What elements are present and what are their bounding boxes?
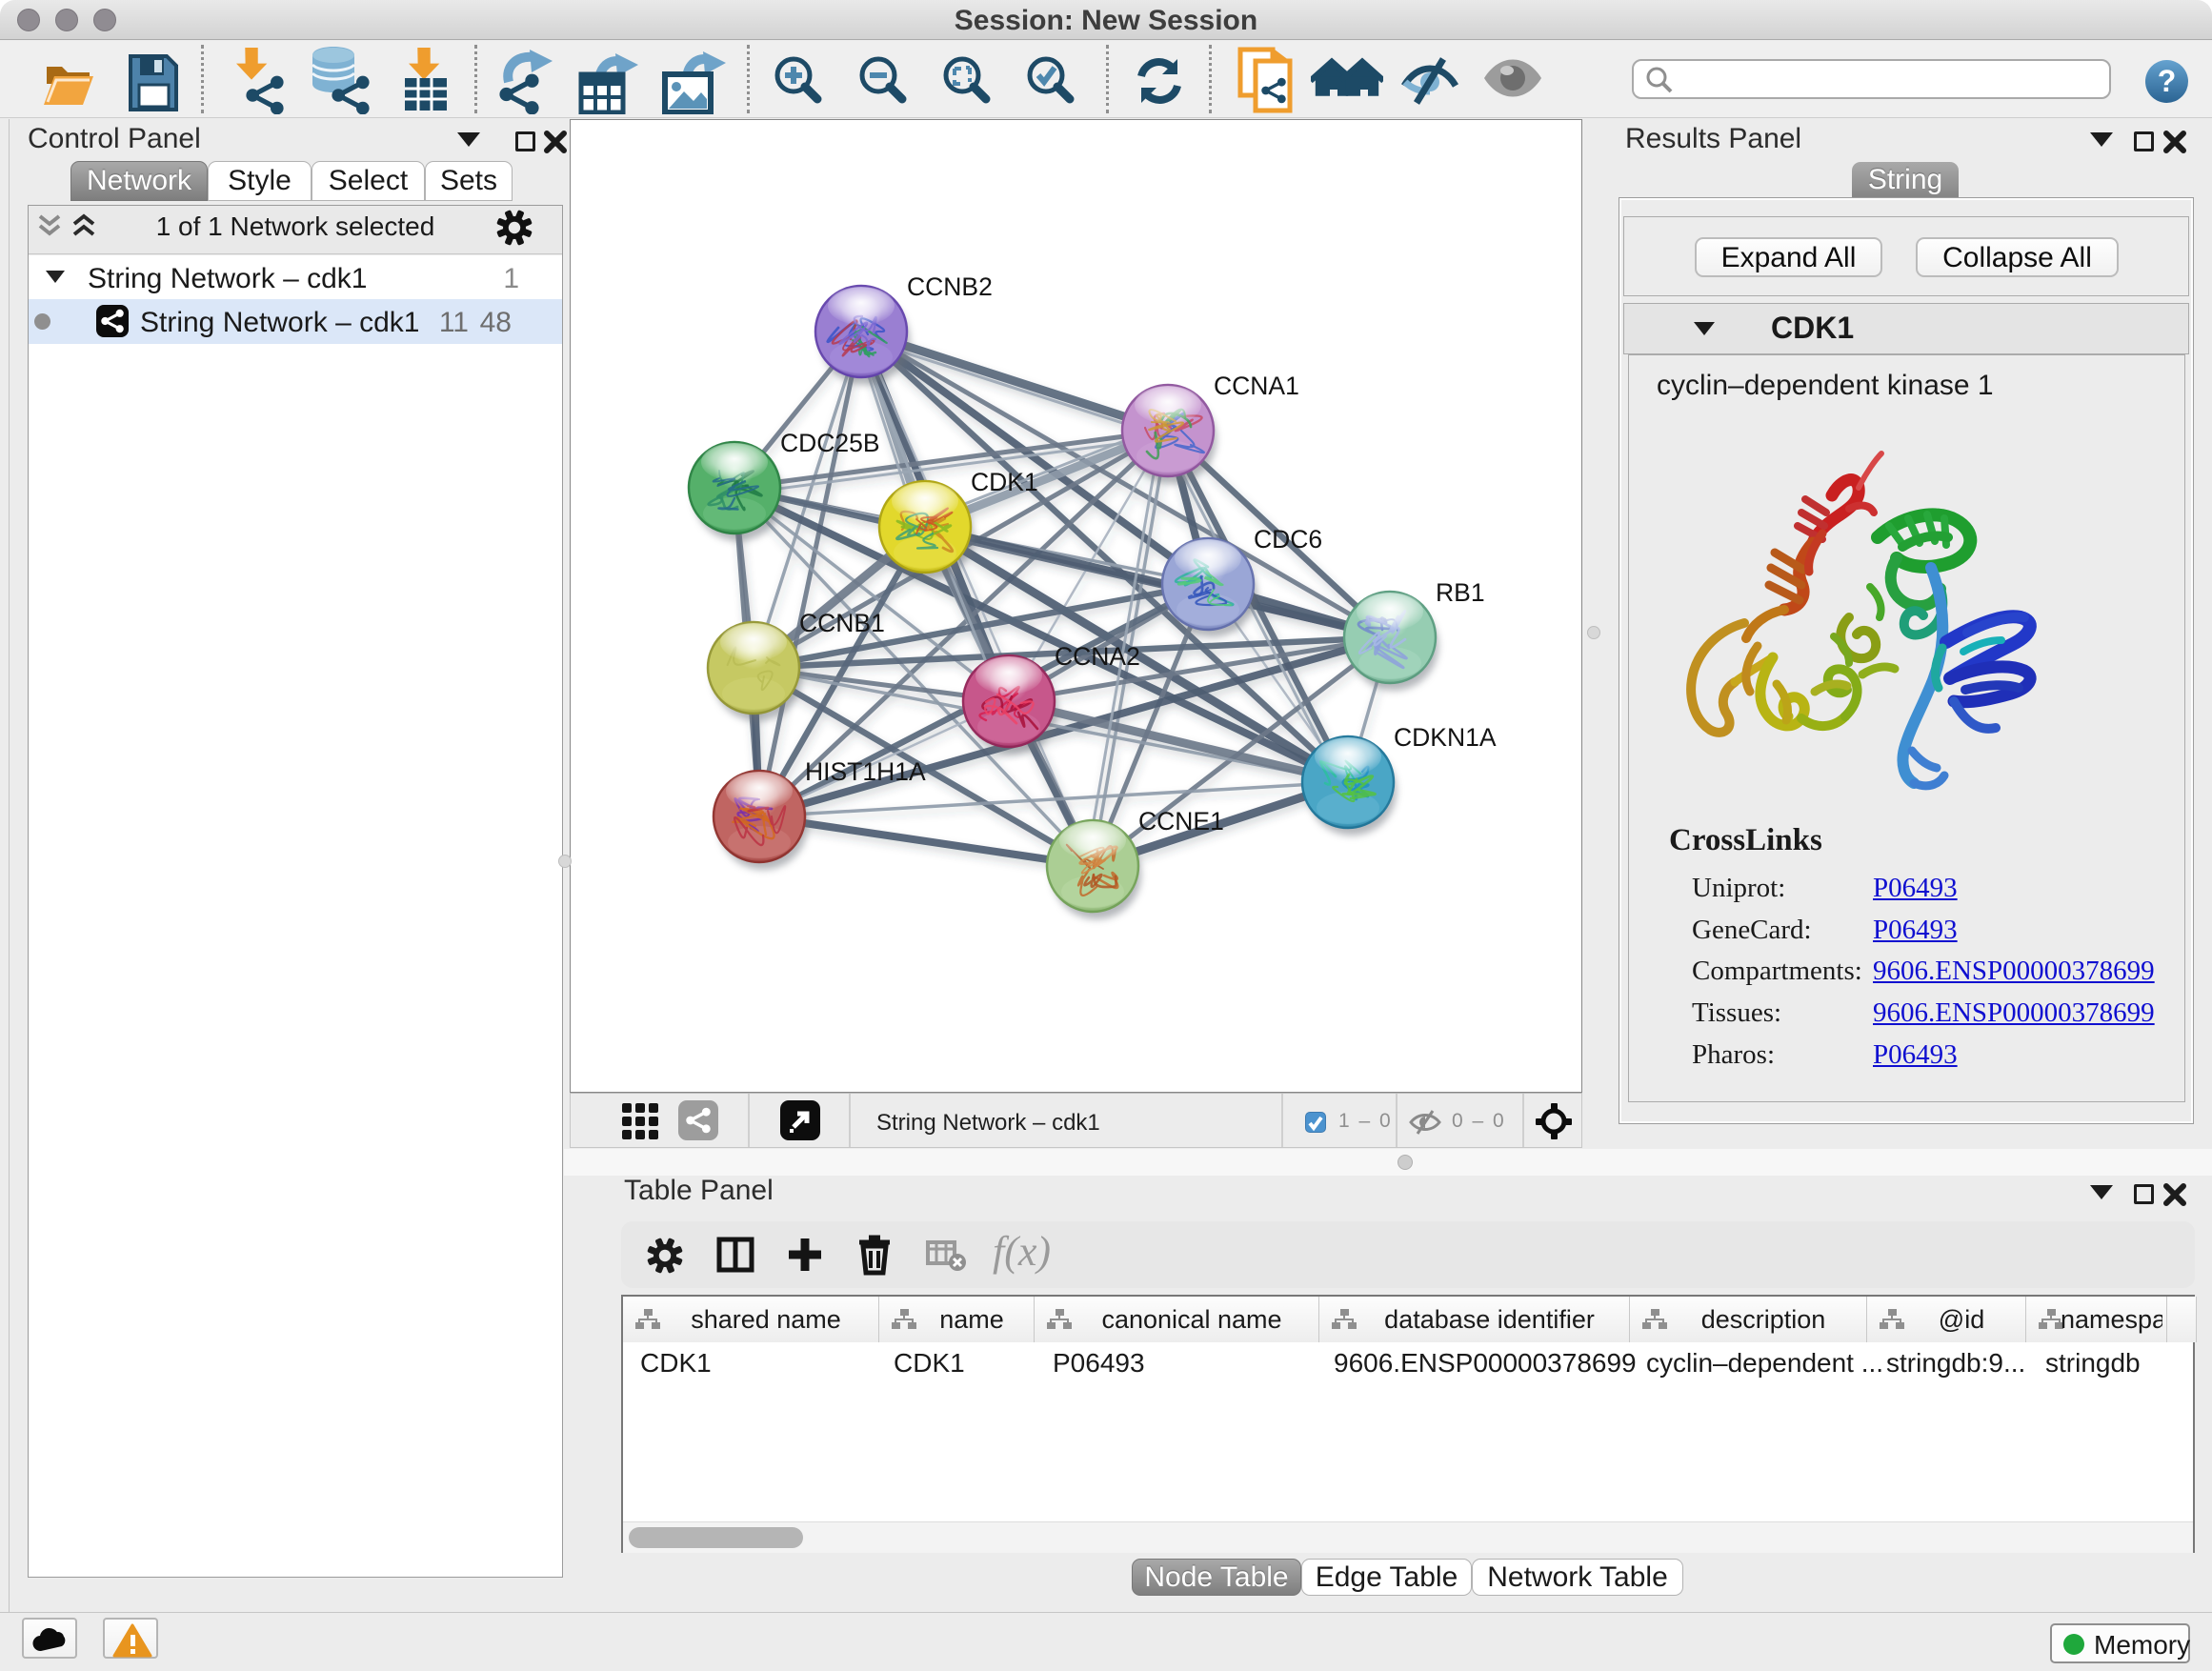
svg-text:CDC25B: CDC25B [780,429,880,457]
svg-text:CDK1: CDK1 [971,468,1038,496]
svg-text:CCNB2: CCNB2 [907,272,993,301]
svg-text:RB1: RB1 [1436,578,1485,607]
svg-text:CCNB1: CCNB1 [799,609,885,637]
svg-text:CCNA2: CCNA2 [1055,642,1140,671]
svg-text:HIST1H1A: HIST1H1A [805,757,926,786]
svg-text:CCNE1: CCNE1 [1138,807,1224,836]
svg-text:CDKN1A: CDKN1A [1394,723,1497,752]
svg-text:CDC6: CDC6 [1254,525,1322,554]
svg-text:CCNA1: CCNA1 [1214,372,1299,400]
